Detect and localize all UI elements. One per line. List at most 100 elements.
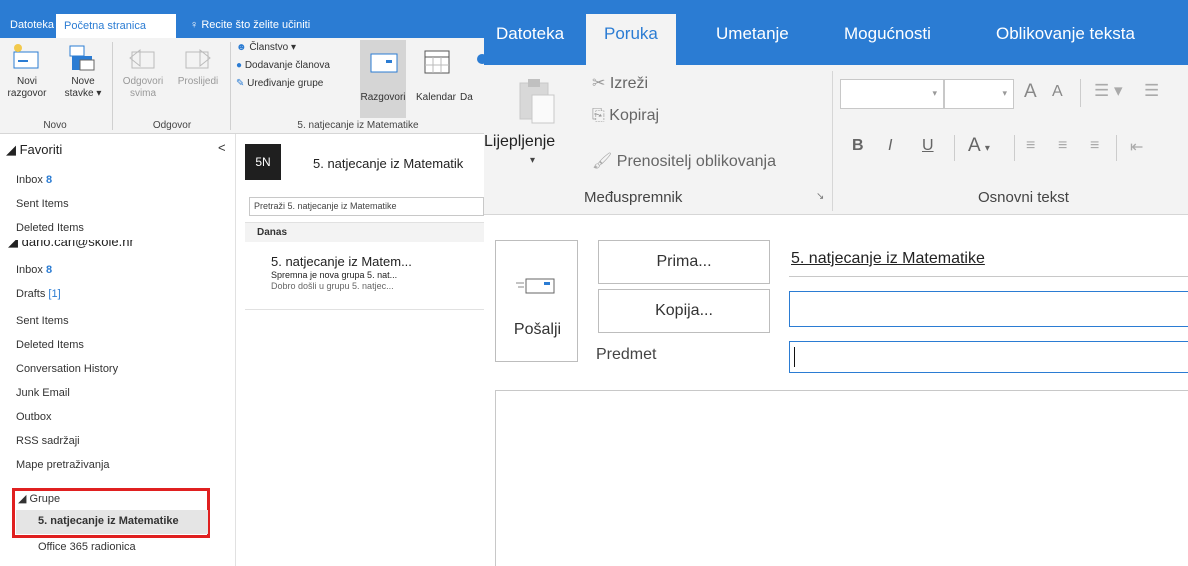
edit-group-button[interactable]: ✎ Uređivanje grupe — [236, 78, 323, 89]
dropdown-arrow-icon: ▾ — [984, 143, 990, 154]
clipboard-group-label: Međuspremnik — [584, 189, 683, 206]
cc-input[interactable] — [789, 291, 1188, 327]
italic-button[interactable]: I — [888, 137, 892, 155]
main-ribbon: Novi razgovor Nove stavke ▾ Novo Odgovor… — [0, 38, 484, 134]
group-item-matematika[interactable]: 5. natjecanje iz Matematike — [38, 515, 179, 527]
folder-outbox[interactable]: Outbox — [16, 411, 51, 423]
clipboard-launcher-icon[interactable]: ↘ — [816, 191, 824, 202]
scissors-icon: ✂ — [592, 75, 606, 92]
tab-datoteka[interactable]: Datoteka — [496, 24, 564, 44]
draft-count: [1] — [48, 288, 61, 300]
copy-label: Kopiraj — [609, 107, 660, 124]
to-recipient-field[interactable]: 5. natjecanje iz Matematike — [791, 250, 985, 268]
folder-search-folders[interactable]: Mape pretraživanja — [16, 459, 110, 471]
format-painter-button[interactable]: 🖌 Prenositelj oblikovanja — [592, 151, 776, 171]
grow-font-button[interactable]: A — [1024, 81, 1037, 103]
group-novo-label: Novo — [43, 120, 67, 131]
tab-poruka[interactable]: Poruka — [586, 14, 676, 65]
membership-label: Članstvo ▾ — [249, 42, 297, 53]
reply-all-label-1: Odgovori — [122, 76, 164, 87]
cut-button[interactable]: ✂ Izreži — [592, 73, 648, 93]
new-items-icon — [69, 45, 95, 71]
align-left-icon[interactable]: ≡ — [1026, 137, 1035, 155]
account-header[interactable]: ◢ dario.cari@skole.hr — [8, 240, 134, 250]
new-items-label-1: Nove — [71, 76, 95, 87]
calendar-icon — [424, 50, 450, 74]
conversations-icon — [370, 53, 398, 73]
decrease-indent-icon[interactable]: ⇤ — [1130, 137, 1143, 157]
tab-umetanje[interactable]: Umetanje — [716, 24, 789, 44]
folder-junk[interactable]: Junk Email — [16, 387, 70, 399]
group-name-ribbon-label: 5. natjecanje iz Matematike — [297, 120, 419, 131]
align-center-icon[interactable]: ≡ — [1058, 137, 1067, 155]
tab-oblikovanje-teksta[interactable]: Oblikovanje teksta — [996, 24, 1135, 44]
message-body-editor[interactable] — [495, 390, 1188, 566]
folder-sent[interactable]: Sent Items — [16, 315, 69, 327]
forward-icon — [185, 48, 211, 69]
conversations-button[interactable]: Razgovori — [360, 40, 406, 118]
ribbon-separator — [230, 42, 231, 130]
subject-input[interactable] — [789, 341, 1188, 373]
outlook-main-window: Datoteka Početna stranica ♀ Recite što ž… — [0, 0, 484, 566]
cut-label: Izreži — [609, 75, 649, 92]
font-size-dropdown[interactable]: ▾ — [944, 79, 1014, 109]
collapse-pane-button[interactable]: < — [218, 140, 226, 155]
message-preview-1: Spremna je nova grupa 5. nat... — [271, 270, 398, 280]
compose-ribbon: Lijepljenje ▾ ✂ Izreži ⎘ Kopiraj 🖌 Preno… — [484, 65, 1188, 215]
tell-me-box[interactable]: ♀ Recite što želite učiniti — [186, 12, 314, 38]
add-members-label: Dodavanje članova — [244, 60, 330, 71]
to-button[interactable]: Prima... — [598, 240, 770, 284]
new-items-label-2: stavke ▾ — [64, 88, 102, 99]
divider — [1014, 135, 1015, 161]
underline-button[interactable]: U — [922, 137, 934, 155]
folder-inbox[interactable]: Inbox 8 — [16, 264, 52, 276]
shrink-font-button[interactable]: A — [1052, 83, 1063, 101]
paste-dropdown-arrow[interactable]: ▾ — [530, 155, 535, 166]
folder-inbox-fav[interactable]: Inbox 8 — [16, 174, 52, 186]
copy-button[interactable]: ⎘ Kopiraj — [592, 107, 659, 125]
bold-button[interactable]: B — [852, 137, 864, 155]
message-list-item[interactable]: 5. natjecanje iz Matem... Spremna je nov… — [245, 248, 484, 310]
groups-header[interactable]: ◢ Grupe — [18, 492, 60, 505]
unread-count: 8 — [45, 264, 53, 276]
new-conv-label-2: razgovor — [7, 88, 47, 99]
tab-datoteka[interactable]: Datoteka — [6, 12, 58, 38]
numbering-icon[interactable]: ☰ — [1144, 81, 1159, 101]
compose-ribbon-tabs: Datoteka Poruka Umetanje Mogućnosti Obli… — [484, 0, 1188, 65]
copy-icon: ⎘ — [592, 107, 605, 124]
folder-label: Inbox — [16, 174, 43, 186]
tab-pocetna[interactable]: Početna stranica — [56, 14, 176, 38]
divider — [1116, 135, 1117, 161]
date-group-header: Danas — [245, 222, 484, 242]
folder-sent-fav[interactable]: Sent Items — [16, 198, 69, 210]
search-input[interactable]: Pretraži 5. natjecanje iz Matematike — [249, 197, 484, 216]
folder-deleted-fav[interactable]: Deleted Items — [16, 222, 84, 234]
dropdown-arrow-icon: ▾ — [932, 88, 937, 98]
font-color-button[interactable]: A ▾ — [968, 135, 990, 157]
ribbon-truncated-label[interactable]: Da — [460, 92, 473, 103]
divider — [954, 135, 955, 161]
add-members-button[interactable]: ● Dodavanje članova — [236, 60, 330, 71]
font-name-dropdown[interactable]: ▾ — [840, 79, 944, 109]
folder-deleted[interactable]: Deleted Items — [16, 339, 84, 351]
reply-all-icon — [129, 48, 155, 69]
tab-mogucnosti[interactable]: Mogućnosti — [844, 24, 931, 44]
align-right-icon[interactable]: ≡ — [1090, 137, 1099, 155]
folder-label: Drafts — [16, 288, 46, 300]
message-title: 5. natjecanje iz Matem... — [271, 254, 412, 269]
membership-button[interactable]: ☻ Članstvo ▾ — [236, 42, 296, 53]
folder-conversation-history[interactable]: Conversation History — [16, 363, 118, 375]
folder-pane: ◢ Favoriti < Inbox 8 Sent Items Deleted … — [0, 134, 236, 566]
paste-label: Lijepljenje — [484, 133, 556, 150]
group-avatar: 5N — [245, 144, 281, 180]
lightbulb-icon: ♀ — [190, 19, 199, 31]
send-button[interactable]: Pošalji — [495, 240, 578, 362]
subject-label: Predmet — [596, 346, 657, 363]
folder-drafts[interactable]: Drafts [1] — [16, 288, 61, 300]
bullets-icon[interactable]: ☰ ▾ — [1094, 81, 1123, 101]
cc-button[interactable]: Kopija... — [598, 289, 770, 333]
folder-rss[interactable]: RSS sadržaji — [16, 435, 80, 447]
group-item-office365[interactable]: Office 365 radionica — [38, 541, 136, 553]
unread-count: 8 — [45, 174, 53, 186]
favorites-header[interactable]: ◢ Favoriti — [6, 142, 62, 158]
